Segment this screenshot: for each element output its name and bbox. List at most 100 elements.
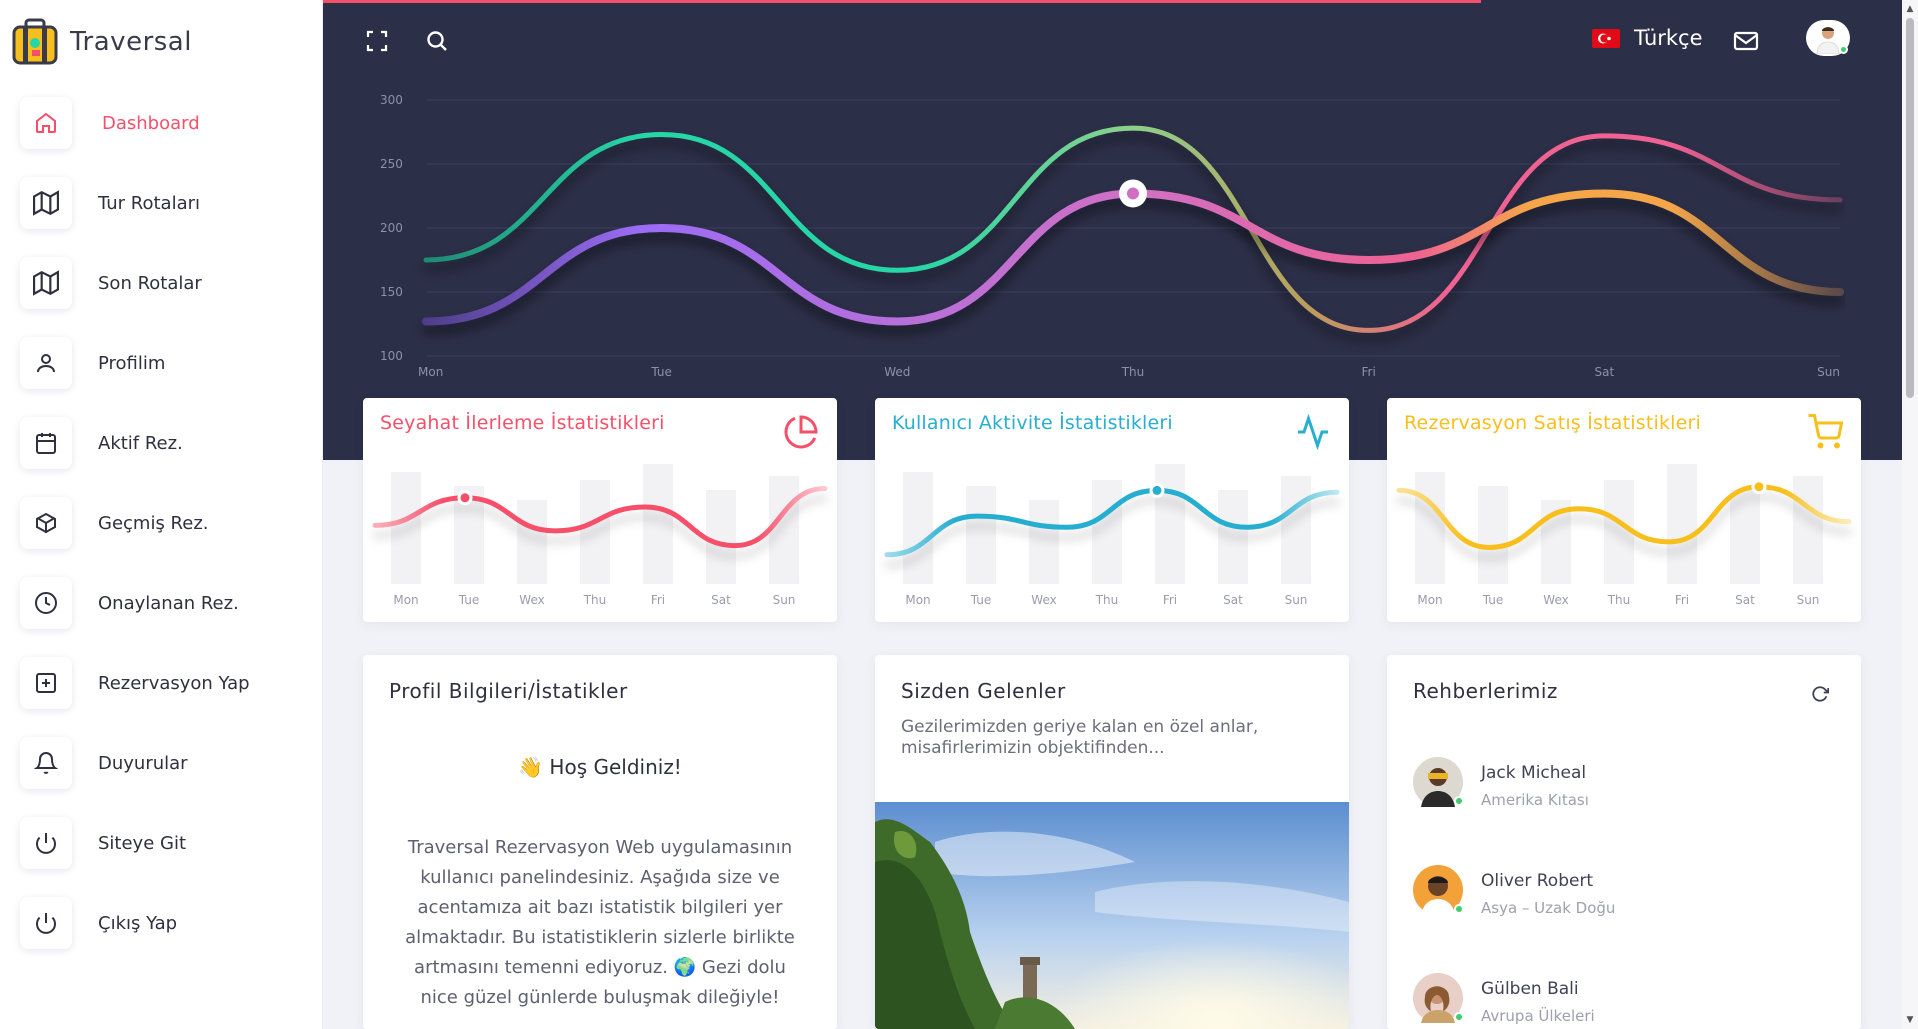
sidebar-item-label: Aktif Rez.	[98, 432, 183, 454]
sidebar-item-aktif-rez[interactable]: Aktif Rez.	[20, 417, 310, 469]
bar	[706, 490, 736, 584]
bar	[769, 476, 799, 584]
x-tick-label: Sat	[711, 593, 731, 607]
pie-chart-icon	[784, 415, 818, 449]
refresh-icon[interactable]	[1811, 685, 1829, 703]
guide-item[interactable]: Gülben Bali Avrupa Ülkeleri	[1413, 973, 1833, 1029]
online-status-dot	[1454, 796, 1464, 806]
bar	[1029, 500, 1059, 584]
cart-icon	[1808, 414, 1843, 449]
logo[interactable]: Traversal	[12, 18, 192, 66]
x-tick-label: Mon	[1417, 593, 1442, 607]
x-tick-label: Sat	[1223, 593, 1243, 607]
sidebar-item-cikis-yap[interactable]: Çıkış Yap	[20, 897, 310, 949]
bar	[1478, 486, 1508, 584]
search-button[interactable]	[422, 26, 452, 56]
user-icon	[37, 354, 55, 373]
guide-item[interactable]: Jack Micheal Amerika Kıtası	[1413, 757, 1833, 817]
x-tick-label: Tue	[970, 593, 992, 607]
x-tick-label: Tue	[458, 593, 480, 607]
data-point-marker[interactable]	[1149, 482, 1165, 498]
sidebar-item-tur-rotalari[interactable]: Tur Rotaları	[20, 177, 310, 229]
reservation-sales-card: Rezervasyon Satış İstatistikleri Mon Tue W…	[1387, 398, 1861, 622]
nav-icon-box	[20, 657, 72, 709]
x-tick-label: Thu	[1121, 365, 1145, 379]
sidebar-item-son-rotalar[interactable]: Son Rotalar	[20, 257, 310, 309]
x-tick-label: Fri	[1362, 365, 1376, 379]
bar	[1793, 476, 1823, 584]
sidebar-item-profilim[interactable]: Profilim	[20, 337, 310, 389]
scroll-up-arrow-icon[interactable]: ▲	[1904, 4, 1916, 14]
x-tick-label: Tue	[1482, 593, 1504, 607]
sidebar-item-label: Profilim	[98, 352, 166, 374]
guest-photo-image[interactable]	[875, 802, 1349, 1029]
card-title: Rezervasyon Satış İstatistikleri	[1404, 412, 1702, 434]
x-tick-label: Mon	[418, 365, 443, 379]
guide-region: Asya – Uzak Doğu	[1481, 899, 1616, 917]
y-tick-label: 150	[380, 285, 403, 299]
guide-name: Gülben Bali	[1481, 979, 1579, 999]
y-tick-label: 200	[380, 221, 403, 235]
guide-name: Oliver Robert	[1481, 871, 1594, 891]
x-tick-label: Thu	[1607, 593, 1631, 607]
guide-item[interactable]: Oliver Robert Asya – Uzak Doğu	[1413, 865, 1833, 925]
user-activity-card: Kullanıcı Aktivite İstatistikleri Mon Tue…	[875, 398, 1349, 622]
sidebar-item-siteye-git[interactable]: Siteye Git	[20, 817, 310, 869]
map-icon	[33, 190, 59, 216]
mail-button[interactable]	[1731, 26, 1761, 56]
activity-icon	[1298, 414, 1328, 450]
bar	[1092, 480, 1122, 584]
x-tick-label: Sun	[1797, 593, 1820, 607]
page-progress-bar	[323, 0, 1481, 3]
sidebar-item-label: Duyurular	[98, 752, 188, 774]
data-point-marker[interactable]	[457, 490, 473, 506]
sidebar-item-label: Onaylanan Rez.	[98, 592, 239, 614]
sidebar-item-rezervasyon-yap[interactable]: Rezervasyon Yap	[20, 657, 310, 709]
bar	[643, 464, 673, 584]
plus-square-icon	[36, 673, 56, 693]
data-point-marker[interactable]	[1751, 479, 1767, 495]
sidebar-item-onaylanan-rez[interactable]: Onaylanan Rez.	[20, 577, 310, 629]
nav-icon-box	[20, 337, 72, 389]
bar	[517, 500, 547, 584]
search-icon	[427, 31, 447, 51]
fullscreen-button[interactable]	[362, 26, 392, 56]
sidebar-item-gecmis-rez[interactable]: Geçmiş Rez.	[20, 497, 310, 549]
x-tick-label: Wed	[884, 365, 910, 379]
sidebar-item-label: Geçmiş Rez.	[98, 512, 209, 534]
online-status-dot	[1454, 904, 1464, 914]
profile-description: Traversal Rezervasyon Web uygulamasının …	[405, 837, 795, 1008]
bar	[391, 472, 421, 584]
scrollbar-thumb[interactable]	[1906, 18, 1914, 398]
bar	[1281, 476, 1311, 584]
x-tick-label: Wex	[1031, 593, 1056, 607]
guide-region: Amerika Kıtası	[1481, 791, 1589, 809]
language-selector[interactable]: Türkçe	[1592, 26, 1703, 50]
guide-avatar	[1413, 973, 1464, 1023]
bar	[1218, 490, 1248, 584]
guides-card: Rehberlerimiz Jack Micheal Amerika Kıtas…	[1387, 655, 1861, 1029]
main-line-chart: 300 250 200 150 100 Mon Tue Wed Thu Fri Sat Sun	[380, 93, 1844, 379]
mail-icon	[1733, 31, 1759, 51]
language-label: Türkçe	[1634, 26, 1703, 50]
x-tick-label: Wex	[1543, 593, 1568, 607]
x-tick-label: Mon	[393, 593, 418, 607]
sidebar-item-label: Çıkış Yap	[98, 912, 178, 934]
card-title: Sizden Gelenler	[901, 679, 1066, 703]
sidebar-item-dashboard[interactable]: Dashboard	[20, 97, 310, 149]
bar	[1667, 464, 1697, 584]
bar	[1155, 464, 1185, 584]
user-avatar[interactable]	[1806, 20, 1850, 56]
card-title: Seyahat İlerleme İstatistikleri	[380, 412, 665, 434]
nav-icon-box	[20, 497, 72, 549]
guide-name: Jack Micheal	[1481, 763, 1587, 783]
reservation-sales-chart: Mon Tue Wex Thu Fri Sat Sun	[1396, 464, 1852, 607]
calendar-icon	[36, 433, 56, 454]
sidebar-item-duyurular[interactable]: Duyurular	[20, 737, 310, 789]
guide-avatar	[1413, 757, 1464, 807]
x-tick-label: Sun	[1285, 593, 1308, 607]
scroll-down-arrow-icon[interactable]: ▼	[1904, 1015, 1916, 1025]
nav-icon-box	[20, 817, 72, 869]
x-tick-label: Wex	[519, 593, 544, 607]
turkey-flag-icon	[1592, 28, 1620, 48]
